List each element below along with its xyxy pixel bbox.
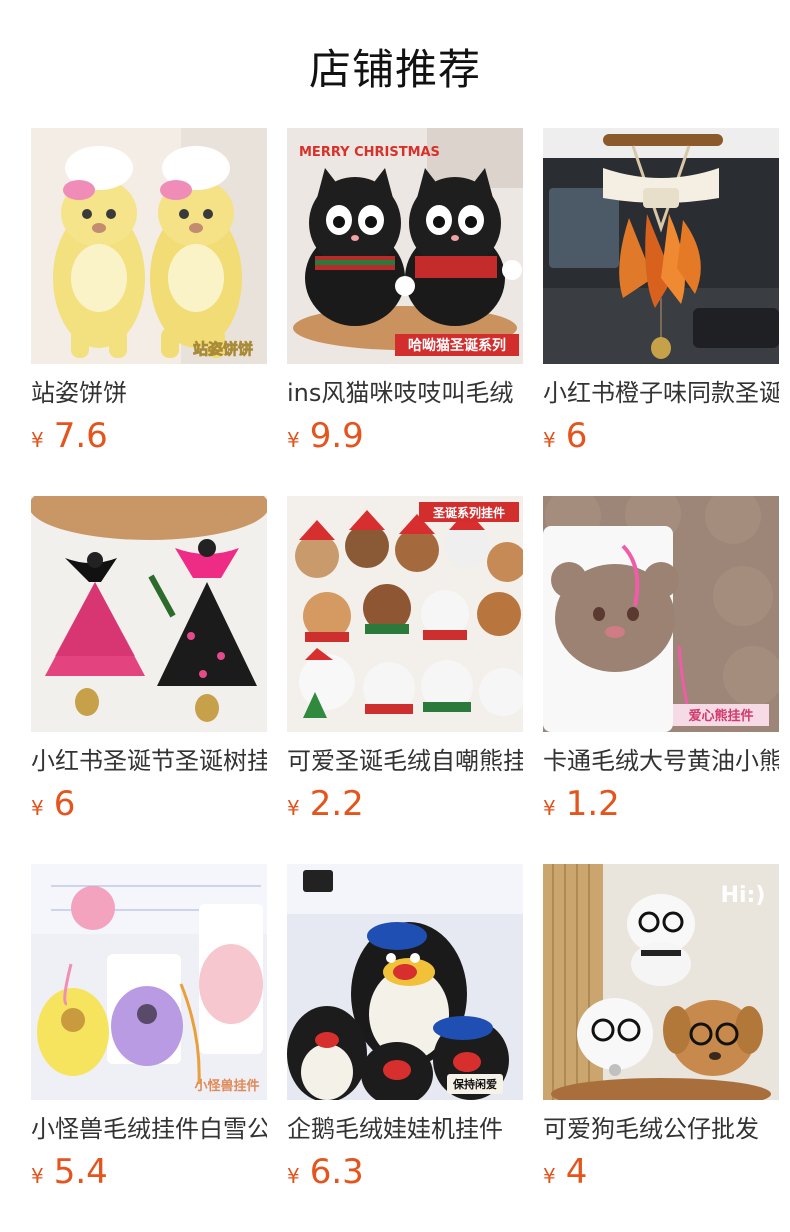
product-image[interactable]: 站姿饼饼: [31, 128, 267, 364]
price-value: 9.9: [309, 416, 364, 456]
currency-symbol: ¥: [287, 1164, 300, 1188]
currency-symbol: ¥: [31, 796, 44, 820]
currency-symbol: ¥: [543, 796, 556, 820]
product-price: ¥ 2.2: [287, 782, 523, 826]
product-title[interactable]: ins风猫咪吱吱叫毛绒: [287, 376, 523, 410]
product-price: ¥ 9.9: [287, 414, 523, 458]
product-price: ¥ 6.3: [287, 1150, 523, 1194]
product-image[interactable]: 圣诞系列挂件: [287, 496, 523, 732]
currency-symbol: ¥: [287, 796, 300, 820]
currency-symbol: ¥: [543, 1164, 556, 1188]
currency-symbol: ¥: [287, 428, 300, 452]
section-title: 店铺推荐: [308, 44, 481, 94]
price-value: 6: [53, 784, 76, 824]
product-title[interactable]: 可爱狗毛绒公仔批发: [543, 1112, 779, 1146]
image-caption: 哈呦猫圣诞系列: [408, 337, 506, 354]
product-card[interactable]: 小红书圣诞节圣诞树挂 ¥ 6: [31, 496, 267, 832]
product-price: ¥ 4: [543, 1150, 779, 1194]
currency-symbol: ¥: [31, 428, 44, 452]
price-value: 4: [565, 1152, 588, 1192]
product-image[interactable]: 保持闲爱: [287, 864, 523, 1100]
product-image[interactable]: MERRY CHRISTMAS 哈呦猫圣诞系列: [287, 128, 523, 364]
product-card[interactable]: 小怪兽挂件 小怪兽毛绒挂件白雪公 ¥ 5.4: [31, 864, 267, 1200]
image-caption: 保持闲爱: [452, 1077, 497, 1091]
product-image[interactable]: [543, 128, 779, 364]
product-card[interactable]: MERRY CHRISTMAS 哈呦猫圣诞系列 ins风猫咪吱吱叫毛绒 ¥ 9.…: [287, 128, 523, 464]
product-price: ¥ 1.2: [543, 782, 779, 826]
price-value: 2.2: [309, 784, 364, 824]
product-image[interactable]: 小怪兽挂件: [31, 864, 267, 1100]
product-card[interactable]: 保持闲爱 企鹅毛绒娃娃机挂件 ¥ 6.3: [287, 864, 523, 1200]
product-card[interactable]: 圣诞系列挂件 可爱圣诞毛绒自嘲熊挂 ¥ 2.2: [287, 496, 523, 832]
product-title[interactable]: 小红书橙子味同款圣诞: [543, 376, 779, 410]
product-card[interactable]: Hi:) 可爱狗毛绒公仔批发 ¥ 4: [543, 864, 779, 1200]
currency-symbol: ¥: [31, 1164, 44, 1188]
product-price: ¥ 7.6: [31, 414, 267, 458]
product-title[interactable]: 小怪兽毛绒挂件白雪公: [31, 1112, 267, 1146]
product-card[interactable]: 爱心熊挂件 卡通毛绒大号黄油小熊 ¥ 1.2: [543, 496, 779, 832]
image-caption: 圣诞系列挂件: [432, 505, 505, 520]
product-price: ¥ 6: [31, 782, 267, 826]
price-value: 7.6: [53, 416, 108, 456]
price-value: 6: [565, 416, 588, 456]
image-caption: 小怪兽挂件: [194, 1078, 259, 1094]
product-grid: 站姿饼饼 站姿饼饼 ¥ 7.6 MERRY CHRISTMAS 哈呦猫圣诞系列 …: [0, 128, 790, 1200]
section-header: 店铺推荐: [0, 0, 790, 128]
product-title[interactable]: 卡通毛绒大号黄油小熊: [543, 744, 779, 778]
price-value: 5.4: [53, 1152, 108, 1192]
product-image[interactable]: Hi:): [543, 864, 779, 1100]
image-badge: MERRY CHRISTMAS: [299, 145, 440, 160]
product-price: ¥ 6: [543, 414, 779, 458]
currency-symbol: ¥: [543, 428, 556, 452]
product-title[interactable]: 站姿饼饼: [31, 376, 267, 410]
product-image[interactable]: 爱心熊挂件: [543, 496, 779, 732]
product-title[interactable]: 小红书圣诞节圣诞树挂: [31, 744, 267, 778]
product-image[interactable]: [31, 496, 267, 732]
product-card[interactable]: 站姿饼饼 站姿饼饼 ¥ 7.6: [31, 128, 267, 464]
price-value: 1.2: [565, 784, 620, 824]
image-caption: 爱心熊挂件: [688, 708, 753, 724]
product-title[interactable]: 企鹅毛绒娃娃机挂件: [287, 1112, 523, 1146]
image-caption: 站姿饼饼: [193, 340, 253, 358]
product-price: ¥ 5.4: [31, 1150, 267, 1194]
price-value: 6.3: [309, 1152, 364, 1192]
image-badge: Hi:): [721, 883, 766, 908]
product-card[interactable]: 小红书橙子味同款圣诞 ¥ 6: [543, 128, 779, 464]
product-title[interactable]: 可爱圣诞毛绒自嘲熊挂: [287, 744, 523, 778]
